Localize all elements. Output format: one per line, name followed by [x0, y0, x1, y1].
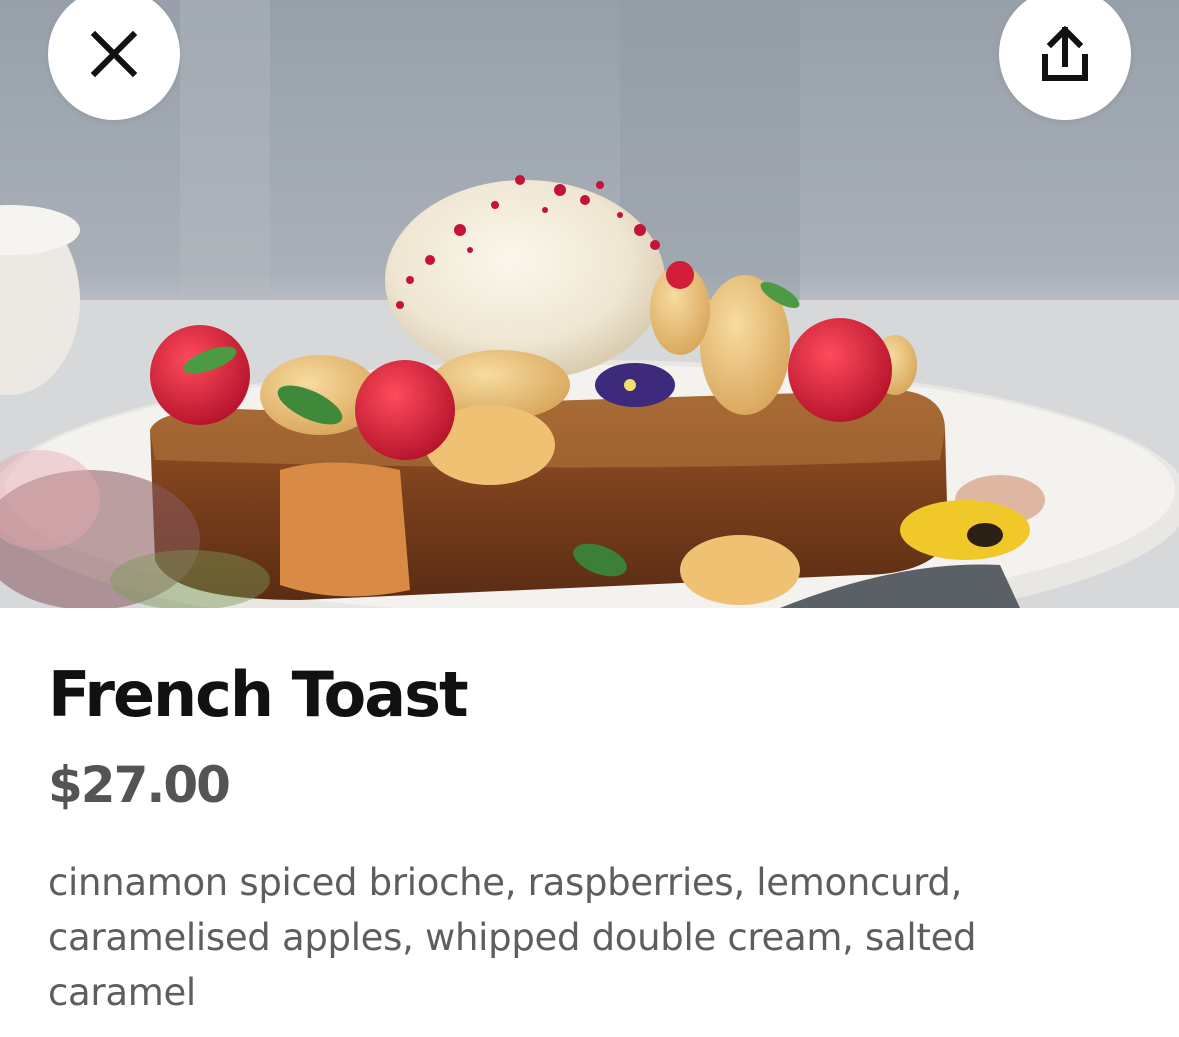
item-photo: [0, 0, 1179, 608]
close-icon: [90, 30, 138, 78]
item-detail-screen: French Toast $27.00 cinnamon spiced brio…: [0, 0, 1179, 1037]
share-icon: [1041, 26, 1089, 82]
item-price: $27.00: [48, 756, 231, 814]
french-toast-illustration: [0, 0, 1179, 608]
item-title: French Toast: [48, 658, 469, 731]
item-description: cinnamon spiced brioche, raspberries, le…: [48, 861, 977, 1014]
